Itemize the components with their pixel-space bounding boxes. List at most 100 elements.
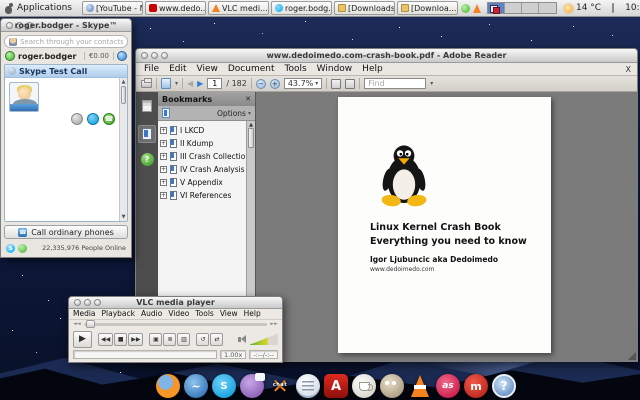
zoom-level-select[interactable]: 43.7% ▾: [284, 78, 322, 89]
pages-panel-button[interactable]: [138, 97, 156, 115]
menu-video[interactable]: Video: [168, 309, 189, 318]
menu-document[interactable]: Document: [228, 64, 275, 74]
scroll-up-icon[interactable]: ▲: [120, 79, 127, 85]
scrollbar-thumb[interactable]: [248, 128, 254, 148]
contact-avatar[interactable]: [9, 82, 39, 112]
applications-menu[interactable]: Applications: [0, 0, 78, 16]
display-applet-icon[interactable]: [612, 3, 614, 13]
taskbar-button-vlc[interactable]: VLC medi...: [208, 1, 269, 15]
contact-search[interactable]: [4, 35, 128, 48]
taskbar-button-youtube[interactable]: [YouTube - M...: [82, 1, 143, 15]
volume-slider[interactable]: 100%: [248, 333, 278, 345]
previous-button[interactable]: ◀◀: [98, 333, 113, 346]
menu-help[interactable]: Help: [362, 64, 383, 74]
menu-view[interactable]: View: [220, 309, 238, 318]
bookmark-item[interactable]: + V Appendix: [160, 176, 255, 189]
bookmark-item[interactable]: + IV Crash Analysis: [160, 163, 255, 176]
taskbar-button-skype[interactable]: roger.bodg...: [271, 1, 332, 15]
call-ordinary-phones-button[interactable]: ☎ Call ordinary phones: [4, 225, 128, 239]
taskbar-button-downloads2[interactable]: [Downloa...: [397, 1, 458, 15]
expand-icon[interactable]: +: [160, 166, 167, 173]
seek-forward-icon[interactable]: ►►: [270, 321, 278, 327]
menu-tools[interactable]: Tools: [285, 64, 307, 74]
dock-gimp-icon[interactable]: [379, 373, 405, 399]
workspace-3[interactable]: [522, 3, 539, 13]
contact-row-selected[interactable]: Skype Test Call: [5, 65, 127, 78]
howto-panel-button[interactable]: ?: [141, 153, 154, 166]
dock-pidgin-icon[interactable]: [239, 373, 265, 399]
clock[interactable]: 10:53: [621, 3, 640, 13]
new-bookmark-icon[interactable]: [162, 108, 170, 118]
taskbar-button-pdf[interactable]: www.dedo...: [145, 1, 206, 15]
pdf-page[interactable]: Linux Kernel Crash Book Everything you n…: [338, 97, 551, 353]
dock-coffee-icon[interactable]: [351, 373, 377, 399]
dock-miro-icon[interactable]: m: [463, 373, 489, 399]
online-status-icon[interactable]: [5, 51, 15, 61]
dock-thunderbird-icon[interactable]: ~: [183, 373, 209, 399]
menu-media[interactable]: Media: [73, 309, 96, 318]
fit-page-icon[interactable]: [345, 79, 355, 89]
options-menu[interactable]: Options ▾: [217, 109, 251, 118]
fullscreen-button[interactable]: ▣: [149, 333, 162, 346]
expand-icon[interactable]: +: [160, 140, 167, 147]
stop-button[interactable]: ■: [114, 333, 127, 346]
workspace-2[interactable]: [505, 3, 522, 13]
bookmark-item[interactable]: + III Crash Collection: [160, 150, 255, 163]
dock-xchat-icon[interactable]: ✕ chat: [267, 373, 293, 399]
call-button[interactable]: ☎: [103, 113, 115, 125]
find-dropdown-icon[interactable]: ▾: [430, 80, 433, 87]
weather-applet[interactable]: 14 °C: [560, 3, 605, 13]
video-call-button[interactable]: [87, 113, 99, 125]
fit-width-icon[interactable]: [331, 79, 341, 89]
next-page-icon[interactable]: ▶: [197, 80, 203, 88]
skype-tray-icon[interactable]: [461, 4, 470, 13]
menu-playback[interactable]: Playback: [102, 309, 135, 318]
find-input[interactable]: [364, 78, 426, 89]
scrollbar-thumb[interactable]: [121, 86, 126, 104]
zoom-out-button[interactable]: −: [256, 79, 266, 89]
contact-list-scrollbar[interactable]: ▲ ▼: [119, 78, 127, 221]
shuffle-button[interactable]: ⇄: [210, 333, 223, 346]
menu-help[interactable]: Help: [244, 309, 261, 318]
menu-file[interactable]: File: [144, 64, 159, 74]
page-number-input[interactable]: [207, 78, 222, 89]
bookmark-item[interactable]: + I LKCD: [160, 124, 255, 137]
bookmark-item[interactable]: + II Kdump: [160, 137, 255, 150]
workspace-4[interactable]: [539, 3, 556, 13]
account-balance[interactable]: €0.00: [84, 52, 114, 60]
globe-icon[interactable]: [117, 51, 127, 61]
document-canvas[interactable]: Linux Kernel Crash Book Everything you n…: [256, 92, 637, 361]
menu-audio[interactable]: Audio: [141, 309, 162, 318]
dock-skype-icon[interactable]: S: [211, 373, 237, 399]
expand-icon[interactable]: +: [160, 127, 167, 134]
menu-tools[interactable]: Tools: [195, 309, 213, 318]
skype-titlebar[interactable]: roger.bodger - Skype™: [1, 19, 131, 32]
expand-icon[interactable]: +: [160, 192, 167, 199]
export-icon[interactable]: [161, 78, 171, 89]
reader-titlebar[interactable]: www.dedoimedo.com-crash-book.pdf - Adobe…: [136, 49, 637, 63]
menubar-close-button[interactable]: X: [626, 65, 631, 74]
dock-firefox-icon[interactable]: [155, 373, 181, 399]
bookmark-item[interactable]: + VI References: [160, 189, 255, 202]
chat-button[interactable]: [71, 113, 83, 125]
account-name[interactable]: roger.bodger: [18, 52, 76, 61]
playlist-button[interactable]: ≣: [163, 333, 176, 346]
menu-view[interactable]: View: [197, 64, 218, 74]
expand-icon[interactable]: +: [160, 179, 167, 186]
next-button[interactable]: ▶▶: [128, 333, 143, 346]
dock-adobe-reader-icon[interactable]: A: [323, 373, 349, 399]
dock-lastfm-icon[interactable]: as: [435, 373, 461, 399]
skype-status-icon[interactable]: S: [6, 244, 15, 253]
seek-handle[interactable]: [86, 320, 95, 328]
expand-icon[interactable]: +: [160, 153, 167, 160]
bookmarks-panel-button[interactable]: [138, 125, 156, 143]
menu-window[interactable]: Window: [317, 64, 353, 74]
export-dropdown-icon[interactable]: ▾: [175, 80, 178, 87]
vlc-tray-icon[interactable]: [473, 4, 481, 13]
bookmarks-close-icon[interactable]: ✕: [245, 95, 251, 103]
taskbar-button-downloads[interactable]: [Downloads]: [334, 1, 395, 15]
menu-edit[interactable]: Edit: [169, 64, 186, 74]
equalizer-button[interactable]: ▥: [177, 333, 190, 346]
dock-documents-icon[interactable]: [295, 373, 321, 399]
loop-button[interactable]: ↺: [196, 333, 209, 346]
